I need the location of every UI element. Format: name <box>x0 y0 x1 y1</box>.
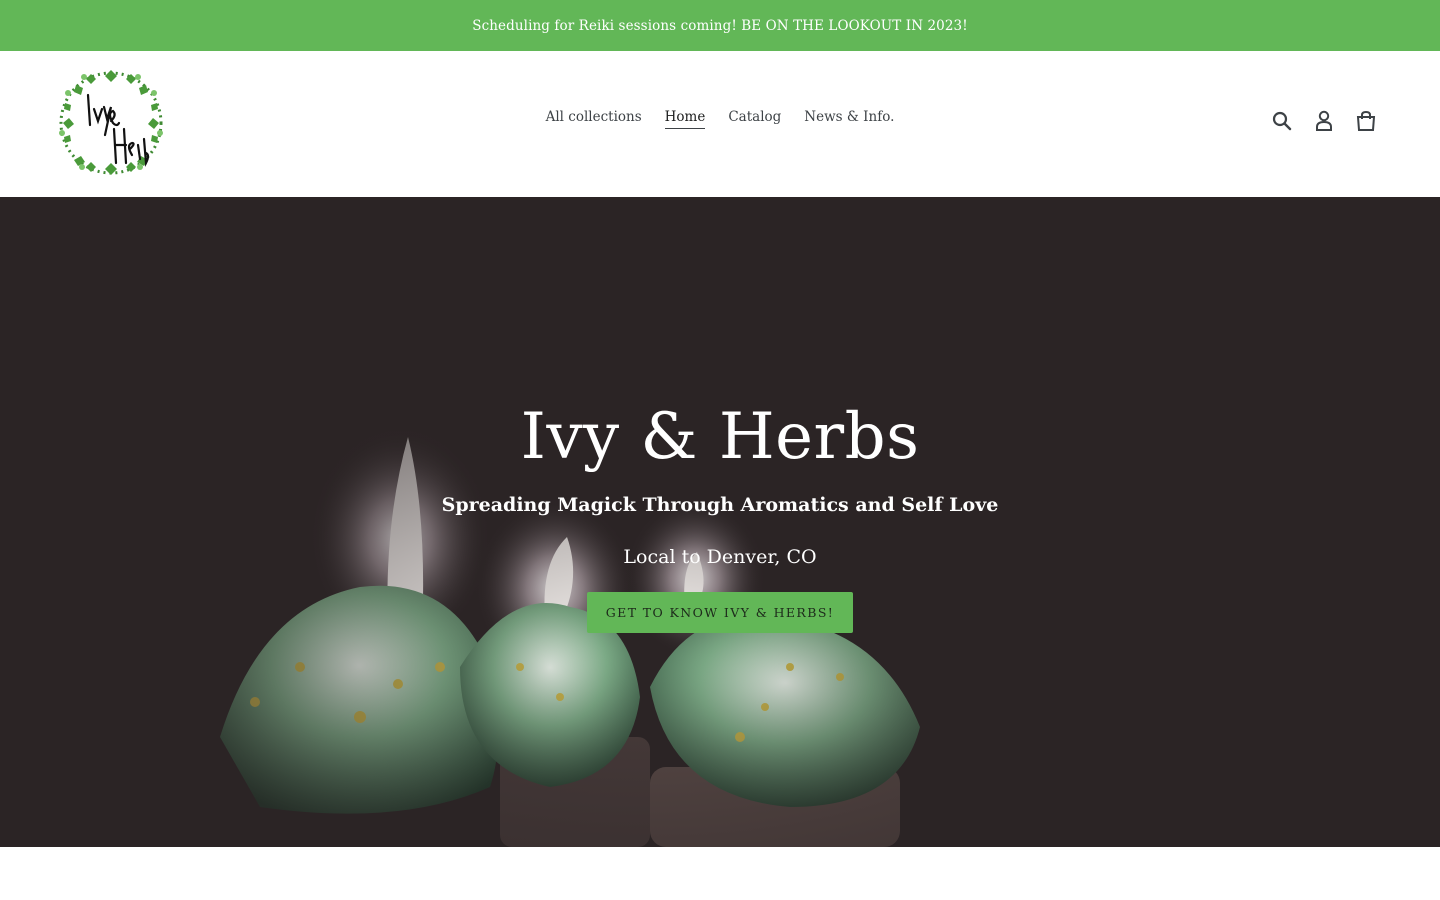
hero-title: Ivy & Herbs <box>520 400 920 474</box>
hero-banner: Ivy & Herbs Spreading Magick Through Aro… <box>0 197 1440 847</box>
hero-location: Local to Denver, CO <box>623 546 817 568</box>
page-content-area <box>0 847 1440 900</box>
announcement-bar: Scheduling for Reiki sessions coming! BE… <box>0 0 1440 51</box>
nav-all-collections[interactable]: All collections <box>546 109 642 129</box>
header-icons <box>1270 109 1378 133</box>
cart-icon[interactable] <box>1354 109 1378 133</box>
site-header: All collections Home Catalog News & Info… <box>0 51 1440 197</box>
announcement-text: Scheduling for Reiki sessions coming! BE… <box>472 17 968 34</box>
nav-home[interactable]: Home <box>664 109 706 129</box>
nav-news-info[interactable]: News & Info. <box>804 109 894 129</box>
get-to-know-button[interactable]: GET TO KNOW IVY & HERBS! <box>586 592 854 633</box>
hero-subtitle: Spreading Magick Through Aromatics and S… <box>441 494 999 516</box>
main-nav: All collections Home Catalog News & Info… <box>0 109 1440 129</box>
search-icon[interactable] <box>1270 109 1294 133</box>
nav-catalog[interactable]: Catalog <box>728 109 781 129</box>
account-icon[interactable] <box>1312 109 1336 133</box>
hero-content: Ivy & Herbs Spreading Magick Through Aro… <box>0 397 1440 633</box>
